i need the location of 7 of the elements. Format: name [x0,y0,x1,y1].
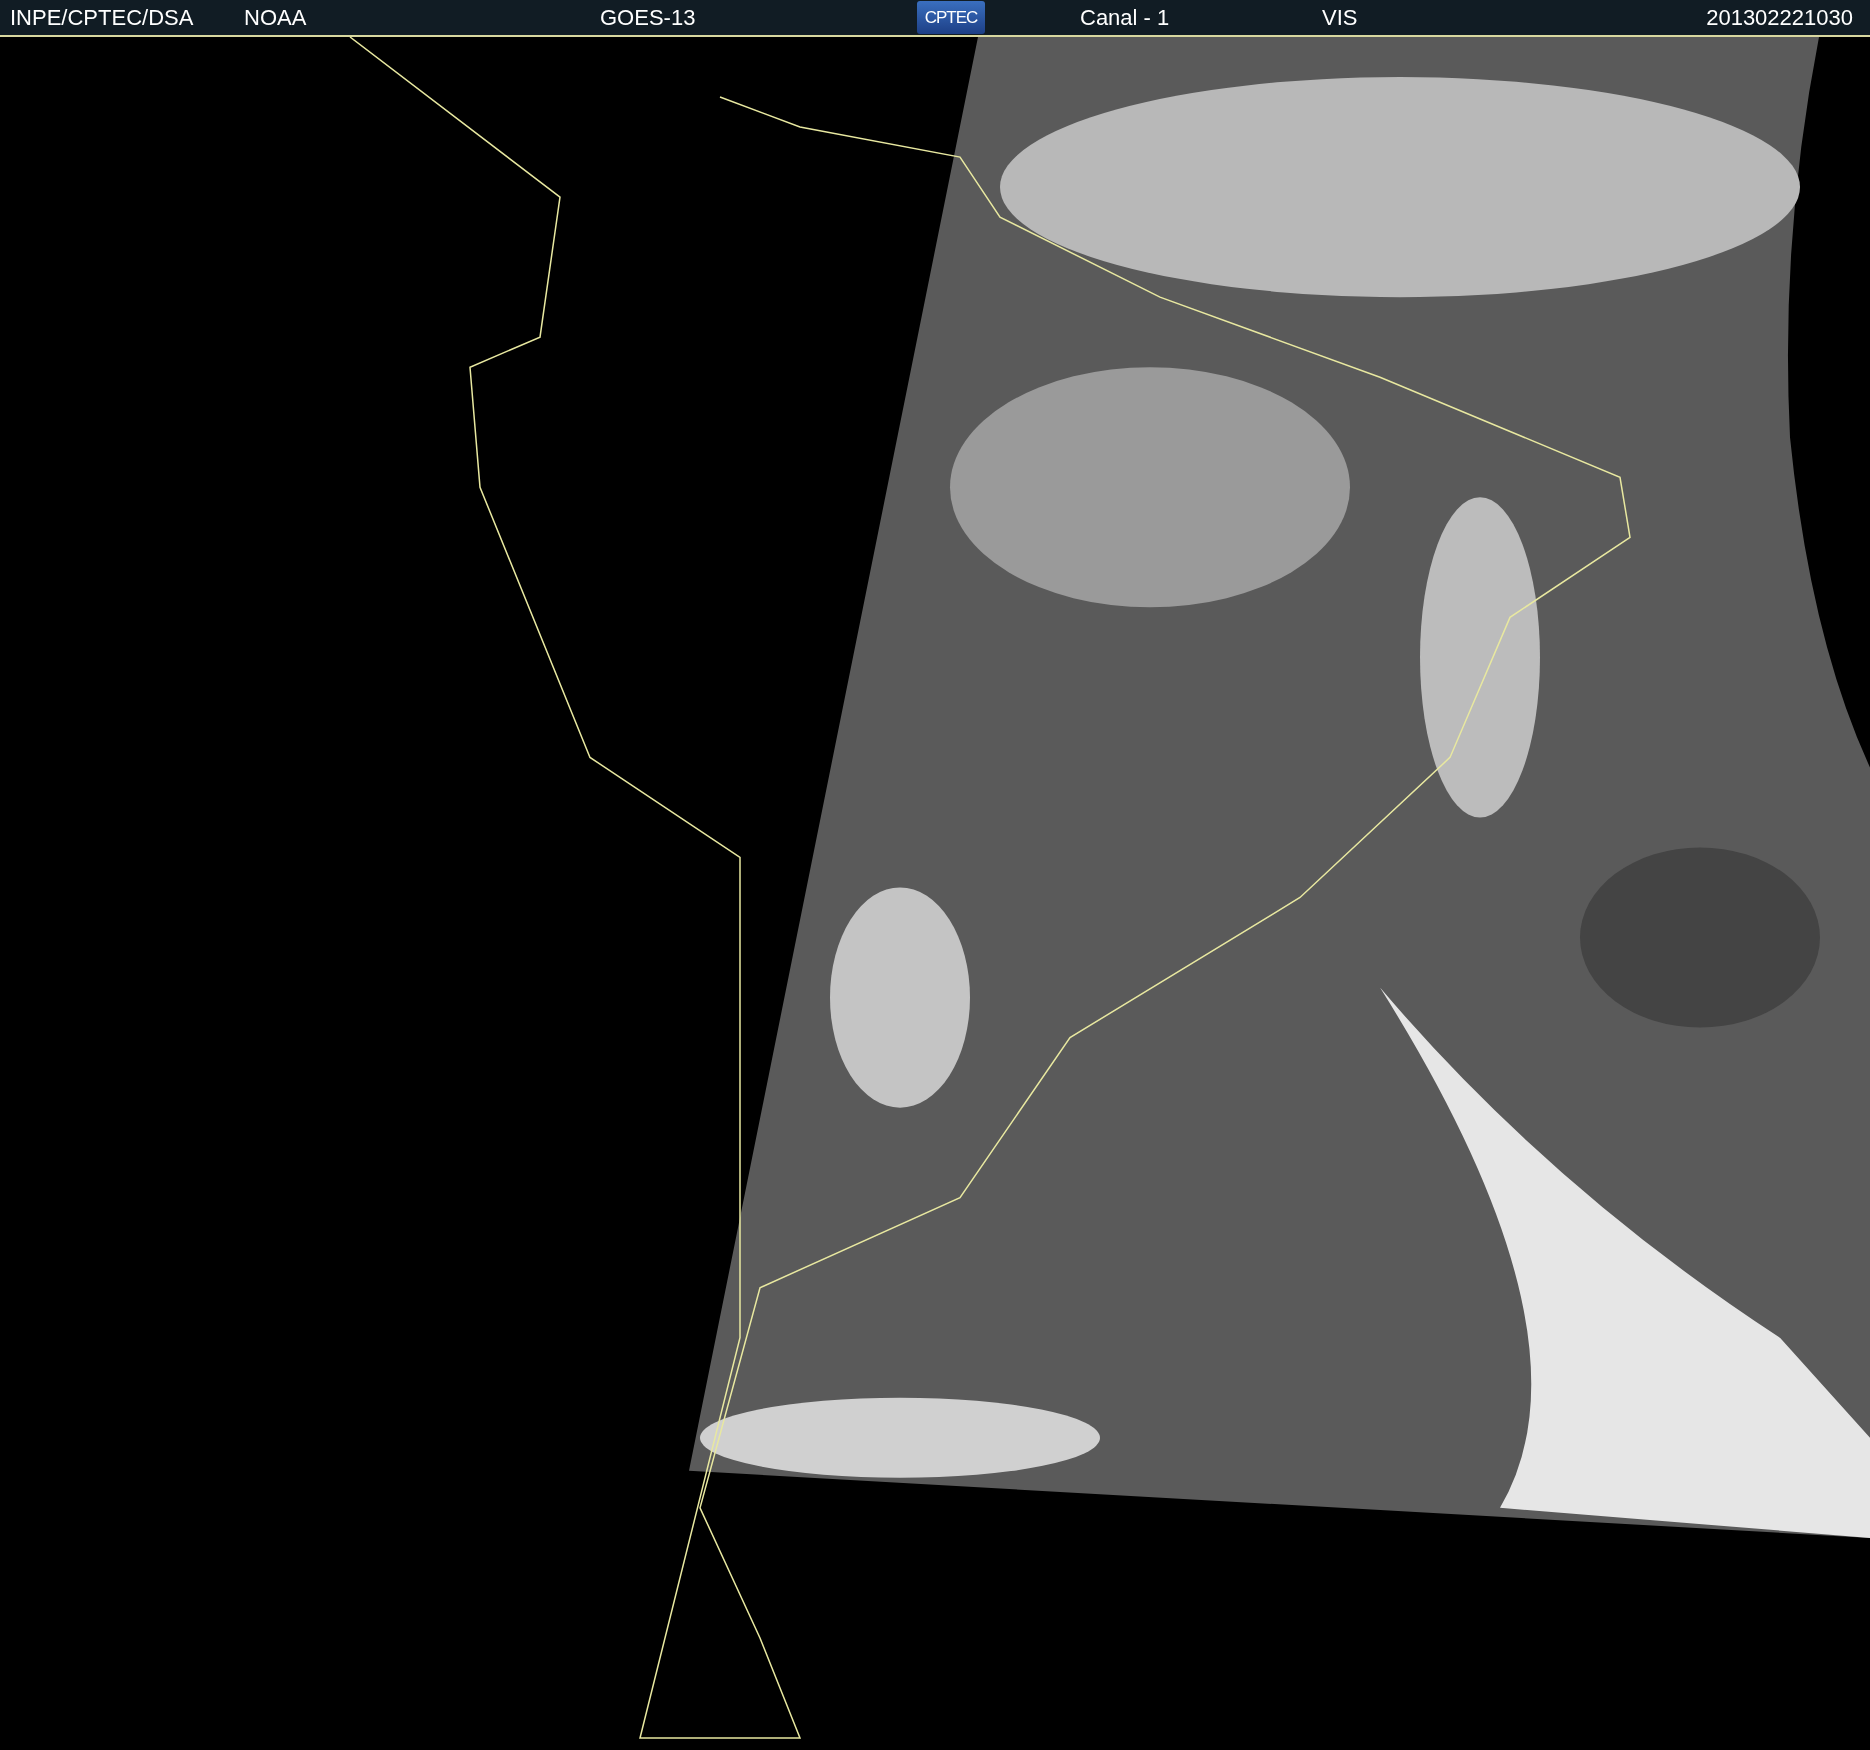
agency-label: INPE/CPTEC/DSA [10,4,194,31]
logo: CPTEC [917,1,985,34]
satellite-label: GOES-13 [600,4,696,31]
timestamp-label: 201302221030 [1706,4,1853,31]
source-label: NOAA [244,4,307,31]
channel-label: Canal - 1 [1080,4,1170,31]
band-label: VIS [1322,4,1358,31]
